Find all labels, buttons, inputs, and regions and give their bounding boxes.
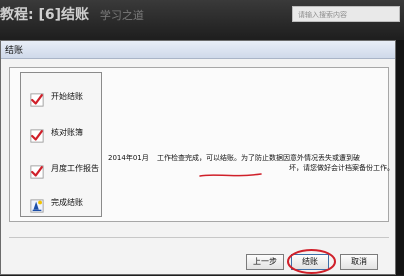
check-icon (30, 129, 44, 143)
window-edge-shadow (396, 40, 404, 275)
wizard-icon (30, 199, 44, 213)
cancel-button[interactable]: 取消 (340, 254, 378, 270)
footer-separator (9, 237, 389, 238)
background-title: 教程: [6]结账 学习之道 (0, 4, 144, 24)
search-input[interactable]: 请输入搜索内容 (292, 6, 400, 22)
background-window-top: 教程: [6]结账 学习之道 请输入搜索内容 (0, 0, 404, 38)
check-icon (30, 93, 44, 107)
red-circle-annotation (287, 249, 336, 274)
closing-period: 2014年01月 (108, 154, 149, 162)
step-label: 完成结账 (51, 198, 83, 207)
search-placeholder: 请输入搜索内容 (298, 11, 347, 19)
dialog-content: 开始结账 核对账簿 月度工作报告 完成结账 (9, 67, 389, 222)
red-underline-annotation (199, 173, 262, 177)
background-subtitle: 学习之道 (99, 9, 144, 22)
step-check-ledgers[interactable]: 核对账簿 (21, 123, 103, 153)
closing-message-line1: 2014年01月 工作检查完成，可以结账。为了防止数据因意外情况丢失或遭到破 (108, 154, 360, 163)
step-label: 月度工作报告 (51, 164, 99, 173)
step-complete-closing[interactable]: 完成结账 (21, 193, 103, 223)
step-label: 核对账簿 (51, 128, 83, 137)
dialog-titlebar[interactable]: 结账 (1, 41, 395, 59)
check-icon (30, 165, 44, 179)
previous-step-button[interactable]: 上一步 (246, 254, 284, 270)
close-period-dialog: 结账 开始结账 核对账簿 月度工作报告 完成结账 2014年01月 工作检查完成… (0, 40, 396, 275)
closing-message-line2: 坏，请您做好会计档案备份工作。 (289, 164, 394, 172)
message-text: 工作检查完成，可以结账。为了防止数据因意外情况丢失或遭到破 (156, 154, 360, 162)
dialog-title: 结账 (5, 46, 24, 56)
background-title-text: 教程: [6]结账 (0, 7, 90, 23)
step-start-closing[interactable]: 开始结账 (21, 87, 103, 117)
steps-panel: 开始结账 核对账簿 月度工作报告 完成结账 (20, 72, 102, 217)
step-monthly-report[interactable]: 月度工作报告 (21, 159, 103, 189)
step-label: 开始结账 (51, 92, 83, 101)
